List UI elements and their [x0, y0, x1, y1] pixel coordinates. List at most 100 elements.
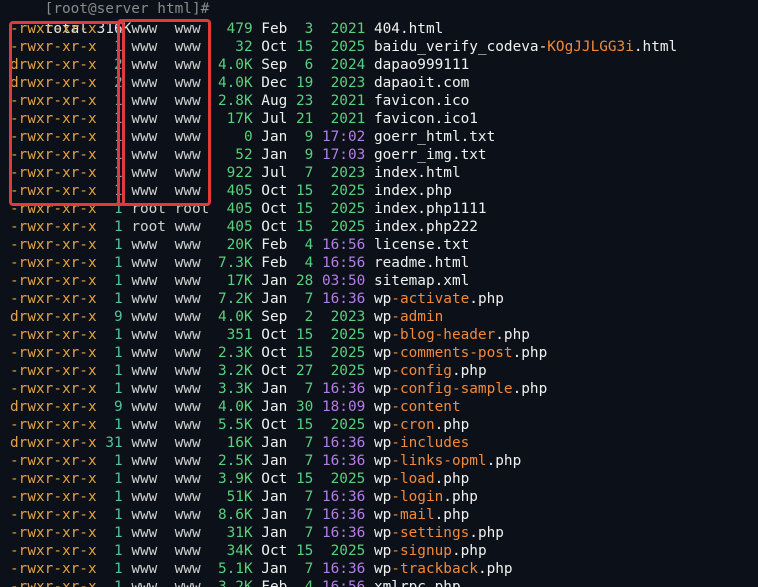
permissions: -rwxr-xr-x	[10, 93, 97, 109]
day: 15	[295, 417, 314, 433]
file-name: sitemap.xml	[374, 273, 469, 289]
day: 3	[295, 21, 314, 37]
day: 4	[295, 255, 314, 271]
mod-year: 2025	[321, 39, 366, 55]
link-count: 1	[105, 147, 123, 163]
owner: www	[131, 39, 166, 55]
mod-year: 2025	[321, 183, 366, 199]
file-name-part: .php	[477, 561, 513, 577]
terminal-window[interactable]: [root@server html]# total 316K -rwxr-xr-…	[0, 0, 758, 587]
link-count: 31	[105, 435, 123, 451]
group: www	[174, 489, 210, 505]
link-count: 1	[105, 489, 123, 505]
file-name-part: wp	[373, 399, 392, 415]
permissions: -rwxr-xr-x	[10, 219, 97, 235]
owner: root	[131, 219, 166, 235]
file-name-part: .php	[451, 543, 487, 559]
day: 15	[295, 327, 314, 343]
month: Feb	[261, 237, 288, 253]
file-name-highlight: -settings	[391, 525, 470, 541]
day: 7	[295, 453, 314, 469]
link-count: 1	[105, 219, 123, 235]
file-name-part: wp	[373, 435, 392, 451]
owner: www	[131, 255, 166, 271]
group: www	[174, 273, 210, 289]
month: Sep	[261, 309, 288, 325]
listing-row: drwxr-xr-x 9 www www 4.0K Sep 2 2023 wp-…	[10, 308, 443, 326]
day: 28	[295, 273, 314, 289]
listing-row: -rwxr-xr-x 1 www www 479 Feb 3 2021 404.…	[10, 20, 443, 38]
day: 27	[295, 363, 314, 379]
file-name: goerr_img.txt	[374, 147, 487, 163]
group: www	[174, 525, 210, 541]
listing-row: -rwxr-xr-x 1 www www 7.2K Jan 7 16:36 wp…	[10, 290, 504, 308]
mod-year: 2023	[321, 309, 366, 325]
listing-row: -rwxr-xr-x 1 www www 20K Feb 4 16:56 lic…	[10, 236, 469, 254]
file-name-highlight: -links-opml	[391, 453, 487, 469]
file-name-part: .php	[512, 345, 548, 361]
owner: www	[131, 561, 166, 577]
permissions: drwxr-xr-x	[10, 399, 97, 415]
link-count: 1	[105, 381, 123, 397]
file-name: readme.html	[374, 255, 469, 271]
file-size: 2.3K	[217, 345, 253, 361]
day: 7	[295, 381, 314, 397]
file-size: 0	[217, 129, 253, 145]
permissions: -rwxr-xr-x	[10, 273, 97, 289]
link-count: 1	[105, 327, 123, 343]
owner: www	[131, 273, 166, 289]
file-name: wp-cron.php	[374, 417, 469, 433]
owner: www	[131, 183, 166, 199]
file-name-part: wp	[373, 309, 392, 325]
owner: www	[131, 435, 166, 451]
month: Oct	[261, 327, 288, 343]
permissions: -rwxr-xr-x	[10, 21, 97, 37]
file-name-highlight: -comments-post	[391, 345, 513, 361]
file-name: index.php1111	[374, 201, 487, 217]
link-count: 1	[105, 21, 123, 37]
mod-time: 16:56	[321, 255, 366, 271]
mod-time: 16:56	[321, 579, 366, 587]
month: Oct	[261, 201, 288, 217]
mod-year: 2025	[321, 363, 366, 379]
link-count: 1	[105, 93, 123, 109]
permissions: drwxr-xr-x	[10, 309, 97, 325]
file-size: 17K	[217, 273, 253, 289]
mod-time: 17:02	[321, 129, 366, 145]
file-name-part: readme.html	[373, 255, 470, 271]
day: 7	[295, 489, 314, 505]
owner: root	[131, 201, 166, 217]
link-count: 1	[105, 525, 123, 541]
permissions: -rwxr-xr-x	[10, 579, 97, 587]
listing-row: -rwxr-xr-x 1 www www 2.3K Oct 15 2025 wp…	[10, 344, 547, 362]
file-name: index.html	[374, 165, 461, 181]
file-name-part: dapaoit.com	[373, 75, 470, 91]
group: www	[174, 561, 210, 577]
file-size: 4.0K	[217, 399, 253, 415]
file-size: 5.5K	[217, 417, 253, 433]
day: 15	[295, 471, 314, 487]
day: 7	[295, 291, 314, 307]
permissions: -rwxr-xr-x	[10, 417, 97, 433]
listing-row: drwxr-xr-x 9 www www 4.0K Jan 30 18:09 w…	[10, 398, 461, 416]
file-name: goerr_html.txt	[374, 129, 495, 145]
file-name-part: .html	[633, 39, 678, 55]
link-count: 1	[105, 579, 123, 587]
link-count: 1	[105, 453, 123, 469]
file-name: 404.html	[374, 21, 443, 37]
mod-year: 2021	[321, 111, 366, 127]
day: 15	[295, 345, 314, 361]
file-name: wp-signup.php	[374, 543, 487, 559]
day: 7	[295, 561, 314, 577]
total-line: total 316K	[10, 2, 132, 37]
group: www	[174, 57, 210, 73]
day: 7	[295, 507, 314, 523]
file-size: 3.9K	[217, 471, 253, 487]
file-name-part: index.html	[373, 165, 461, 181]
owner: www	[131, 111, 166, 127]
owner: www	[131, 93, 166, 109]
owner: www	[131, 399, 166, 415]
group: www	[174, 111, 210, 127]
owner: www	[131, 381, 166, 397]
file-name: wp-includes	[374, 435, 469, 451]
